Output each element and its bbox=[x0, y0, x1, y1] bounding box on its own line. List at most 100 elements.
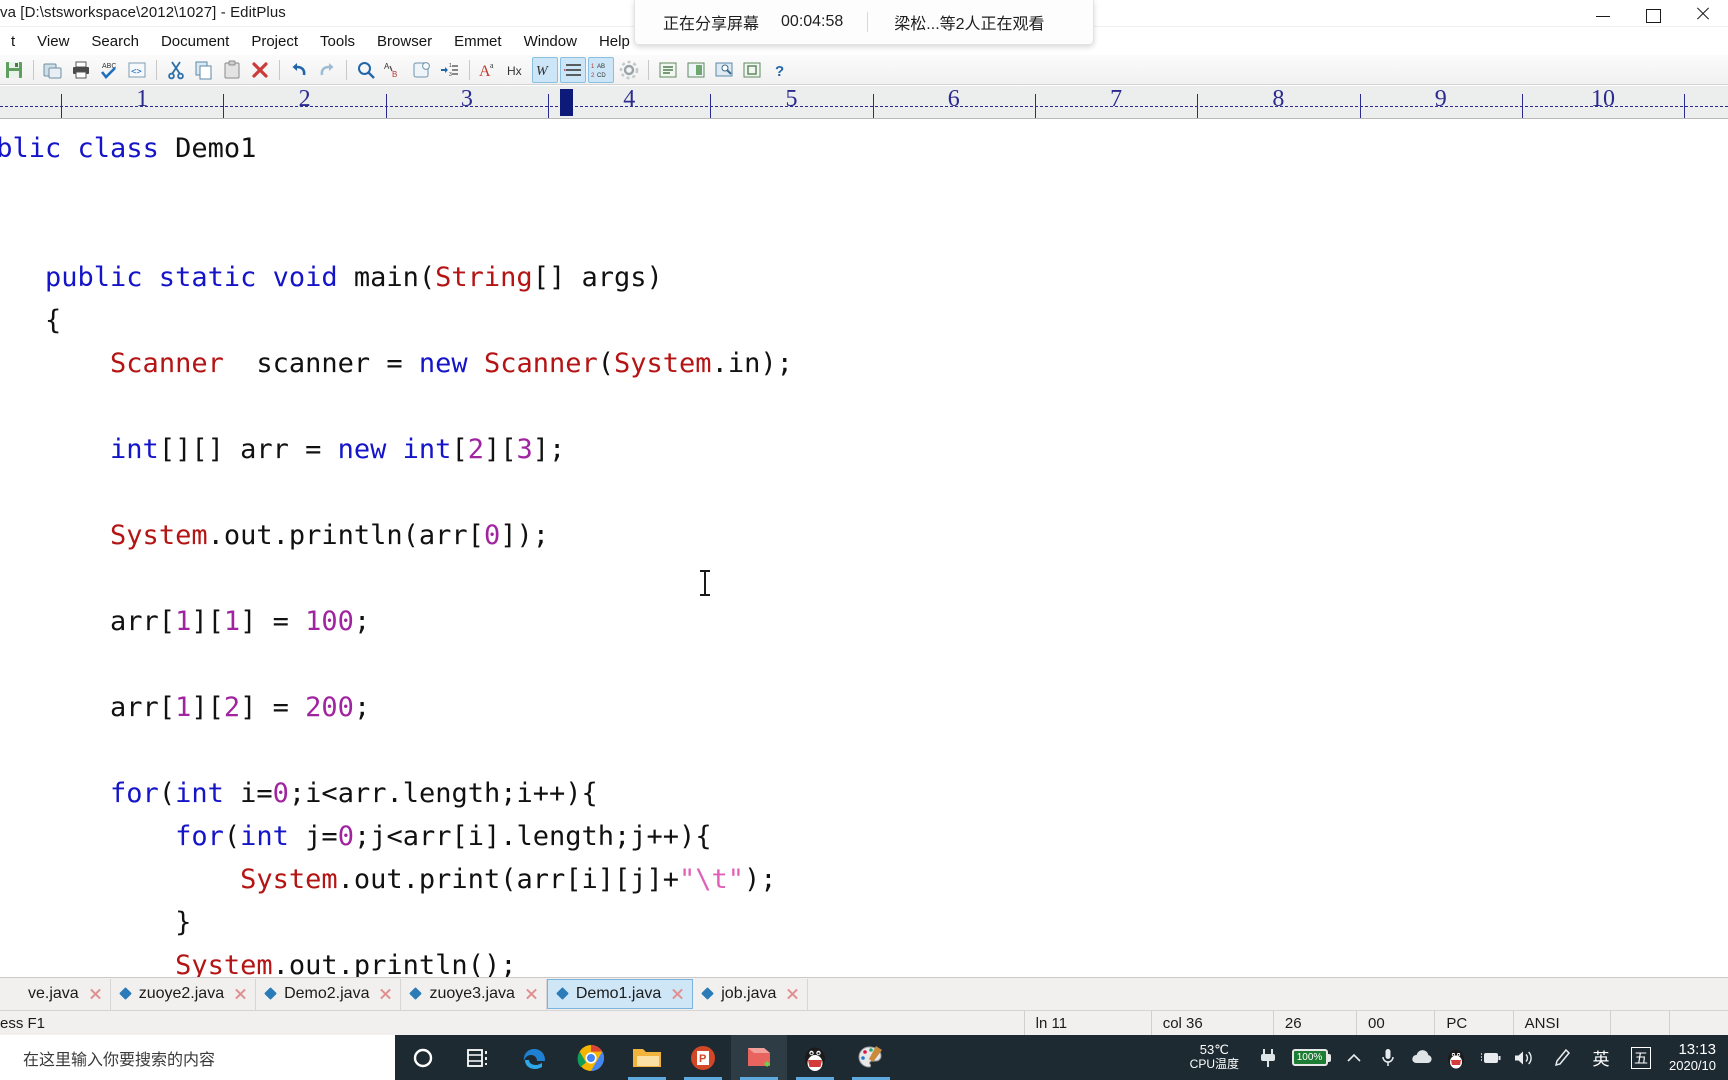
undo-icon[interactable] bbox=[286, 57, 312, 83]
taskbar-cortana-icon[interactable] bbox=[395, 1035, 451, 1080]
qq-penguin-icon[interactable] bbox=[1439, 1035, 1473, 1080]
code-line[interactable]: ublic class Demo1 bbox=[0, 127, 793, 170]
document-tab-job-java[interactable]: job.java bbox=[693, 978, 809, 1010]
code-editor[interactable]: ublic class Demo1{ public static void ma… bbox=[0, 119, 1728, 977]
code-line[interactable]: arr[1][2] = 200; bbox=[0, 686, 793, 729]
paste-icon[interactable] bbox=[219, 57, 245, 83]
battery-saver-icon[interactable] bbox=[1473, 1035, 1507, 1080]
onedrive-cloud-icon[interactable] bbox=[1405, 1035, 1439, 1080]
menu-item-project[interactable]: Project bbox=[240, 30, 309, 53]
hex-icon[interactable]: Hx bbox=[504, 57, 530, 83]
taskbar-file-explorer-icon[interactable] bbox=[619, 1035, 675, 1080]
document-tab-zuoye2-java[interactable]: zuoye2.java bbox=[111, 978, 257, 1010]
share-viewers-label[interactable]: 梁松...等2人正在观看 bbox=[894, 10, 1044, 34]
cut-icon[interactable] bbox=[163, 57, 189, 83]
code-line[interactable] bbox=[0, 643, 793, 686]
copy-icon[interactable] bbox=[191, 57, 217, 83]
battery-icon[interactable]: 100% bbox=[1285, 1035, 1337, 1080]
document-tab-demo1-java[interactable]: Demo1.java bbox=[546, 979, 694, 1009]
code-line[interactable] bbox=[0, 385, 793, 428]
taskbar-chrome-icon[interactable] bbox=[563, 1035, 619, 1080]
settings-icon[interactable] bbox=[616, 57, 642, 83]
power-plug-icon[interactable] bbox=[1251, 1035, 1285, 1080]
menu-item-tools[interactable]: Tools bbox=[309, 30, 366, 53]
code-line[interactable]: for(int j=0;j<arr[i].length;j++){ bbox=[0, 815, 793, 858]
function-list-icon[interactable]: 13 bbox=[437, 57, 463, 83]
menu-item-window[interactable]: Window bbox=[513, 30, 588, 53]
code-line[interactable] bbox=[0, 213, 793, 256]
taskbar-clock[interactable]: 13:13 2020/10 bbox=[1661, 1041, 1728, 1073]
delete-icon[interactable] bbox=[247, 57, 273, 83]
taskbar-qq-icon[interactable] bbox=[787, 1035, 843, 1080]
code-line[interactable]: int[][] arr = new int[2][3]; bbox=[0, 428, 793, 471]
print-icon[interactable] bbox=[68, 57, 94, 83]
cpu-temperature-indicator[interactable]: 53℃ CPU温度 bbox=[1190, 1042, 1239, 1072]
code-line[interactable] bbox=[0, 729, 793, 772]
close-tab-icon[interactable] bbox=[233, 987, 247, 1001]
find-icon[interactable] bbox=[353, 57, 379, 83]
save-icon[interactable] bbox=[1, 57, 27, 83]
menu-item-emmet[interactable]: Emmet bbox=[443, 30, 513, 53]
help-icon[interactable]: ? bbox=[767, 57, 793, 83]
code-line[interactable]: Scanner scanner = new Scanner(System.in)… bbox=[0, 342, 793, 385]
redo-icon[interactable] bbox=[314, 57, 340, 83]
code-line[interactable]: System.out.println(arr[0]); bbox=[0, 514, 793, 557]
code-line[interactable]: arr[1][1] = 100; bbox=[0, 600, 793, 643]
menu-item-t[interactable]: t bbox=[0, 30, 26, 53]
browser-preview-icon[interactable] bbox=[711, 57, 737, 83]
taskbar-search-box[interactable]: 在这里输入你要搜索的内容 bbox=[0, 1035, 395, 1080]
show-hidden-icons-chevron-up-icon[interactable] bbox=[1337, 1035, 1371, 1080]
goto-icon[interactable] bbox=[409, 57, 435, 83]
font-icon[interactable]: Aa bbox=[476, 57, 502, 83]
document-tab-zuoye3-java[interactable]: zuoye3.java bbox=[401, 978, 547, 1010]
taskbar-powerpoint-icon[interactable]: P bbox=[675, 1035, 731, 1080]
document-selector-icon[interactable] bbox=[655, 57, 681, 83]
taskbar-edge-icon[interactable] bbox=[507, 1035, 563, 1080]
spellcheck-icon[interactable]: ABC bbox=[96, 57, 122, 83]
maximize-button[interactable] bbox=[1628, 0, 1678, 27]
code-line[interactable]: System.out.print(arr[i][j]+"\t"); bbox=[0, 858, 793, 901]
word-wrap-icon[interactable]: W bbox=[532, 56, 558, 83]
menu-item-search[interactable]: Search bbox=[80, 30, 150, 53]
menu-item-view[interactable]: View bbox=[26, 30, 80, 53]
volume-speaker-icon[interactable] bbox=[1507, 1035, 1541, 1080]
code-line[interactable]: } bbox=[0, 901, 793, 944]
taskbar-paint-icon[interactable] bbox=[843, 1035, 899, 1080]
code-line[interactable] bbox=[0, 471, 793, 514]
close-tab-icon[interactable] bbox=[378, 987, 392, 1001]
code-content[interactable]: ublic class Demo1{ public static void ma… bbox=[0, 127, 793, 977]
code-tags-icon[interactable]: <> bbox=[124, 57, 150, 83]
code-line[interactable]: System.out.println(); bbox=[0, 944, 793, 977]
status-platform[interactable]: PC bbox=[1434, 1010, 1512, 1036]
close-tab-icon[interactable] bbox=[785, 987, 799, 1001]
ime-language-indicator[interactable]: 英 bbox=[1581, 1035, 1621, 1080]
close-tab-icon[interactable] bbox=[670, 987, 684, 1001]
document-tab-ve-java[interactable]: ve.java bbox=[0, 978, 111, 1010]
code-line[interactable] bbox=[0, 557, 793, 600]
status-encoding[interactable]: ANSI bbox=[1512, 1010, 1611, 1036]
replace-icon[interactable]: AB bbox=[381, 57, 407, 83]
close-tab-icon[interactable] bbox=[88, 987, 102, 1001]
fullscreen-icon[interactable] bbox=[739, 57, 765, 83]
split-view-icon[interactable] bbox=[683, 57, 709, 83]
minimize-button[interactable] bbox=[1578, 0, 1628, 27]
menu-item-document[interactable]: Document bbox=[150, 30, 240, 53]
close-button[interactable] bbox=[1678, 0, 1728, 27]
close-tab-icon[interactable] bbox=[524, 987, 538, 1001]
whitespace-icon[interactable]: 1 AB 2 CD bbox=[588, 56, 614, 83]
taskbar-task-view-icon[interactable] bbox=[451, 1035, 507, 1080]
code-line[interactable]: for(int i=0;i<arr.length;i++){ bbox=[0, 772, 793, 815]
code-line[interactable]: public static void main(String[] args) bbox=[0, 256, 793, 299]
screen-share-notification[interactable]: 正在分享屏幕 00:04:58 梁松...等2人正在观看 bbox=[634, 0, 1094, 45]
menu-item-browser[interactable]: Browser bbox=[366, 30, 443, 53]
code-line[interactable]: { bbox=[0, 299, 793, 342]
code-line[interactable]: { bbox=[0, 170, 793, 213]
save-all-icon[interactable] bbox=[40, 57, 66, 83]
ime-mode-indicator[interactable]: 五 bbox=[1621, 1035, 1661, 1080]
taskbar-editplus-icon[interactable] bbox=[731, 1035, 787, 1080]
line-numbers-icon[interactable] bbox=[560, 56, 586, 83]
document-tab-demo2-java[interactable]: Demo2.java bbox=[256, 978, 402, 1010]
microphone-icon[interactable] bbox=[1371, 1035, 1405, 1080]
pen-ink-icon[interactable] bbox=[1541, 1035, 1581, 1080]
menu-item-help[interactable]: Help bbox=[588, 30, 641, 53]
